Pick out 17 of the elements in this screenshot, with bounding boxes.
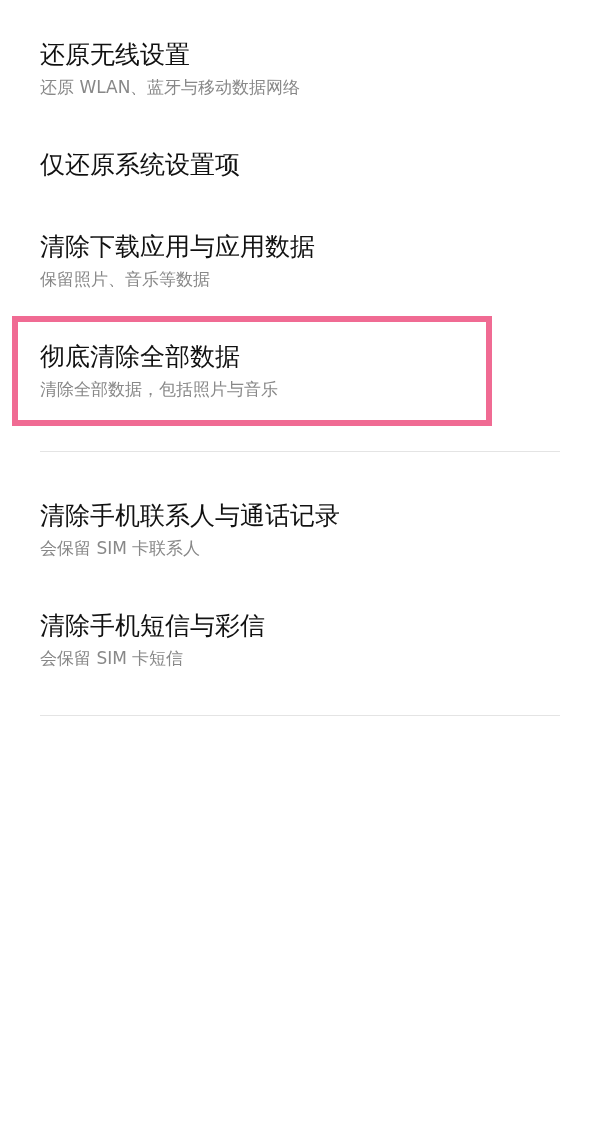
item-title: 还原无线设置 xyxy=(40,39,191,71)
settings-item[interactable]: 仅还原系统设置项 xyxy=(0,124,600,206)
item-title: 清除下载应用与应用数据 xyxy=(40,231,316,263)
item-title: 仅还原系统设置项 xyxy=(40,149,241,181)
item-subtitle: 还原 WLAN、蓝牙与移动数据网络 xyxy=(40,76,302,99)
item-subtitle: 清除全部数据，包括照片与音乐 xyxy=(40,378,279,401)
item-title: 清除手机联系人与通话记录 xyxy=(40,500,341,532)
item-subtitle: 保留照片、音乐等数据 xyxy=(40,268,211,291)
settings-item[interactable]: 清除下载应用与应用数据 保留照片、音乐等数据 xyxy=(0,206,600,316)
item-subtitle: 会保留 SIM 卡短信 xyxy=(40,647,185,670)
settings-item[interactable]: 还原无线设置 还原 WLAN、蓝牙与移动数据网络 xyxy=(0,14,600,124)
settings-item[interactable]: 清除手机联系人与通话记录 会保留 SIM 卡联系人 xyxy=(0,475,600,585)
item-subtitle: 会保留 SIM 卡联系人 xyxy=(40,537,202,560)
item-title: 清除手机短信与彩信 xyxy=(40,610,266,642)
item-title: 彻底清除全部数据 xyxy=(40,341,241,373)
settings-item[interactable]: 清除手机短信与彩信 会保留 SIM 卡短信 xyxy=(0,585,600,695)
settings-item[interactable]: 彻底清除全部数据 清除全部数据，包括照片与音乐 xyxy=(12,316,492,426)
